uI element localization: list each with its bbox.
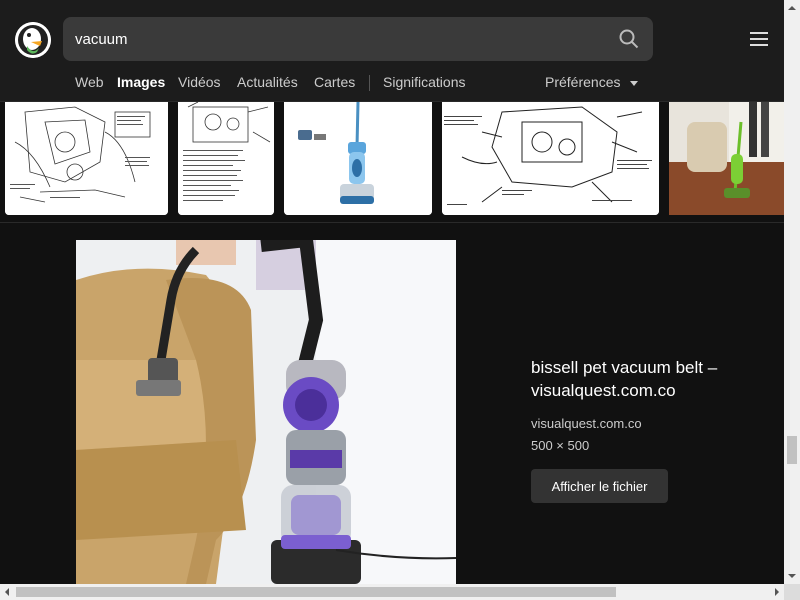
- preferences-label: Préférences: [545, 74, 621, 90]
- detail-image[interactable]: [76, 240, 456, 584]
- thumbnail-vacuum-product[interactable]: [284, 102, 432, 215]
- thumbnail-strip: [0, 102, 784, 215]
- horizontal-scroll-thumb[interactable]: [16, 587, 616, 597]
- scroll-left-arrow-icon[interactable]: [5, 588, 9, 596]
- thumbnail-vacuum-room[interactable]: [669, 102, 784, 215]
- image-dimensions: 500 × 500: [531, 438, 590, 453]
- scroll-up-arrow-icon[interactable]: [788, 6, 796, 10]
- duckduckgo-logo[interactable]: [15, 22, 51, 58]
- thumbnail-engine-diagram-2[interactable]: [178, 102, 274, 215]
- tab-videos[interactable]: Vidéos: [178, 74, 221, 90]
- search-icon[interactable]: [619, 29, 639, 49]
- scroll-right-arrow-icon[interactable]: [775, 588, 779, 596]
- scrollbar-corner: [784, 584, 800, 600]
- image-title[interactable]: bissell pet vacuum belt – visualquest.co…: [531, 356, 761, 402]
- header: Web Images Vidéos Actualités Cartes Sign…: [0, 0, 784, 102]
- vertical-scroll-thumb[interactable]: [787, 436, 797, 464]
- thumbnail-engine-diagram-3[interactable]: [442, 102, 659, 215]
- thumbnail-engine-diagram-1[interactable]: [5, 102, 168, 215]
- tab-maps[interactable]: Cartes: [314, 74, 355, 90]
- nav-separator: [369, 75, 370, 91]
- vertical-scrollbar[interactable]: [784, 0, 800, 584]
- tab-news[interactable]: Actualités: [237, 74, 298, 90]
- tab-images[interactable]: Images: [117, 74, 165, 90]
- page: Web Images Vidéos Actualités Cartes Sign…: [0, 0, 784, 584]
- view-file-button[interactable]: Afficher le fichier: [531, 469, 668, 503]
- search-input[interactable]: [75, 17, 605, 61]
- tab-web[interactable]: Web: [75, 74, 104, 90]
- search-box: [63, 17, 653, 61]
- preferences-dropdown[interactable]: Préférences: [545, 74, 639, 90]
- horizontal-scrollbar[interactable]: [0, 584, 784, 600]
- caret-down-icon: [630, 80, 639, 86]
- menu-icon[interactable]: [750, 32, 768, 48]
- section-divider: [0, 222, 784, 223]
- image-domain[interactable]: visualquest.com.co: [531, 416, 642, 431]
- tab-definitions[interactable]: Significations: [383, 74, 466, 90]
- scroll-down-arrow-icon[interactable]: [788, 574, 796, 578]
